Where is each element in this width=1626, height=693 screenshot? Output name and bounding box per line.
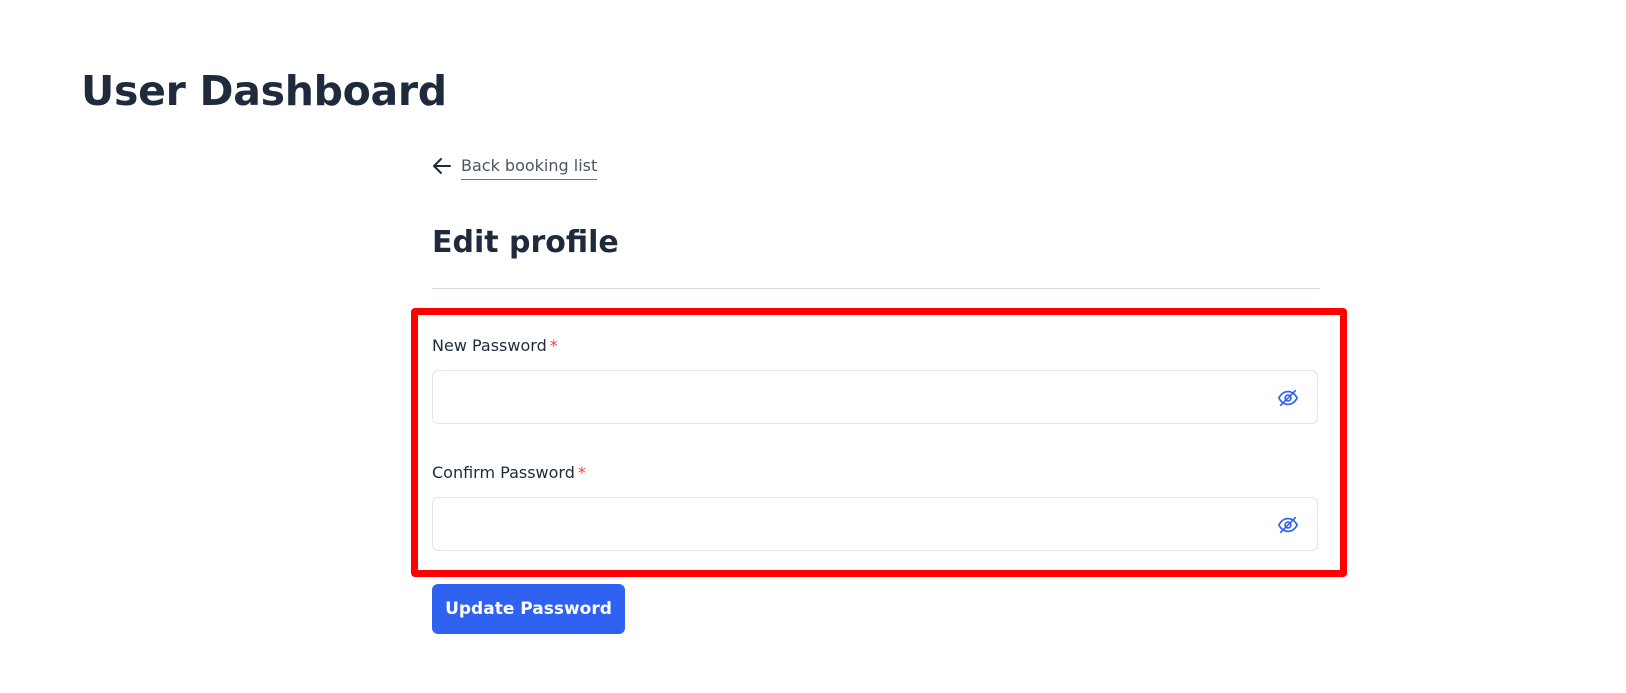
back-booking-list-link[interactable]: Back booking list [432,152,598,180]
section-title: Edit profile [432,225,619,260]
page-title: User Dashboard [81,67,447,115]
confirm-password-label-text: Confirm Password [432,463,575,482]
confirm-password-input[interactable] [451,499,1271,549]
divider [432,288,1320,289]
arrow-left-icon [432,157,452,175]
new-password-input[interactable] [451,372,1271,422]
confirm-password-field [432,497,1318,551]
eye-off-icon[interactable] [1277,387,1299,409]
eye-off-icon[interactable] [1277,514,1299,536]
confirm-password-label: Confirm Password * [432,462,586,484]
page: User Dashboard Back booking list Edit pr… [0,0,1626,693]
new-password-label-text: New Password [432,336,547,355]
new-password-field [432,370,1318,424]
required-asterisk: * [577,463,586,482]
update-password-button[interactable]: Update Password [432,584,625,634]
new-password-label: New Password * [432,335,558,357]
back-link-label: Back booking list [461,155,598,180]
required-asterisk: * [549,336,558,355]
